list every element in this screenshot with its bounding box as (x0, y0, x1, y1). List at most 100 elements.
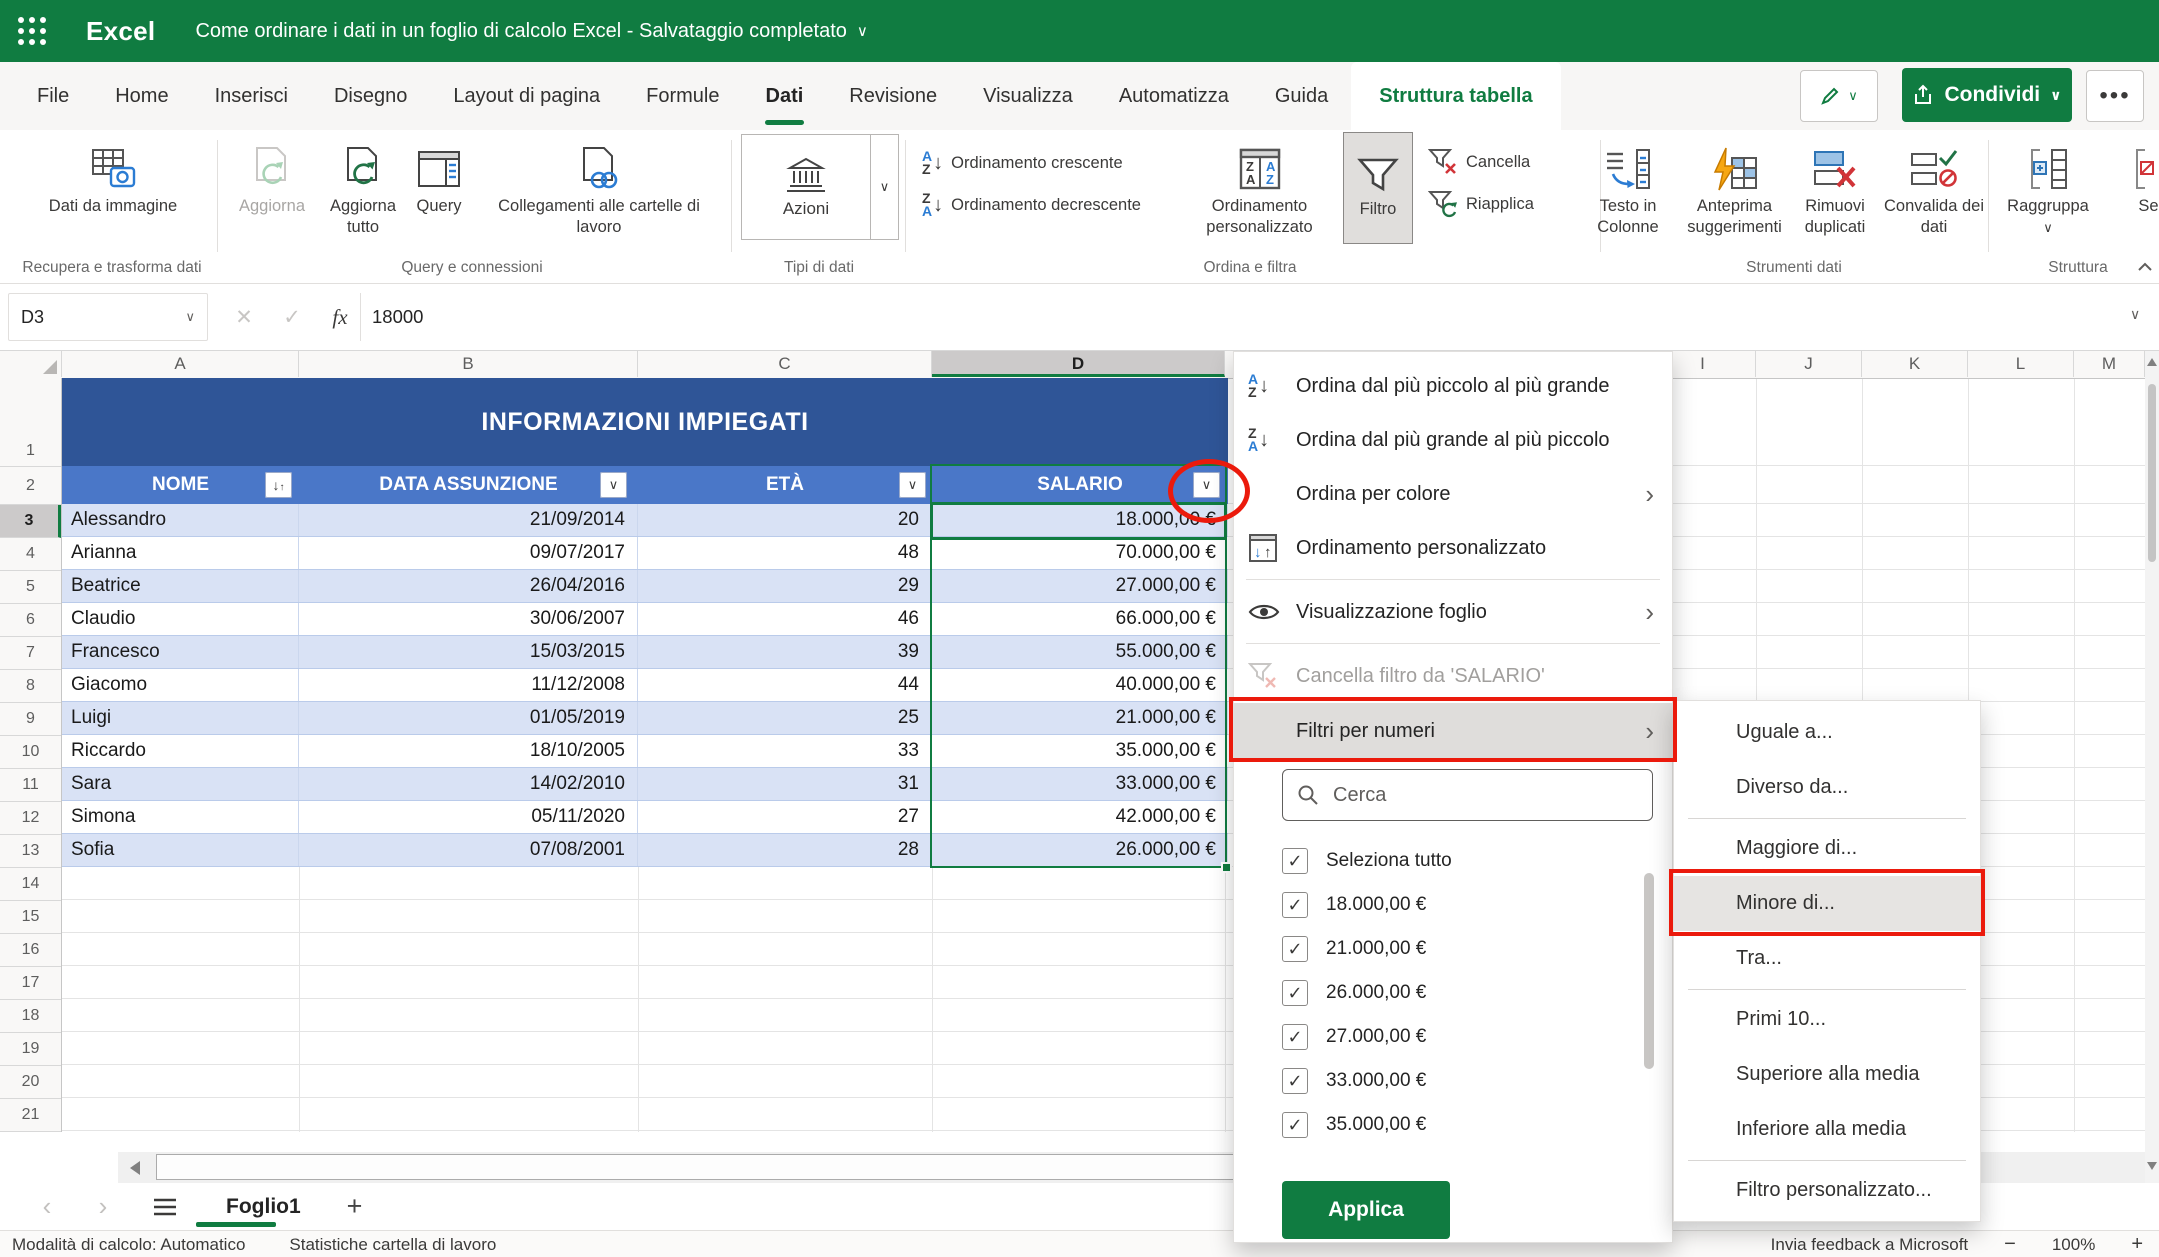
cell-nome[interactable]: Claudio (62, 603, 299, 635)
checkbox-checked-icon[interactable] (1282, 1112, 1308, 1138)
expand-formula-bar-button[interactable]: ∨ (2130, 306, 2140, 323)
cell-eta[interactable]: 46 (638, 603, 932, 635)
cell-data-assunzione[interactable]: 26/04/2016 (299, 570, 638, 602)
row-header[interactable]: 13 (0, 835, 61, 868)
ribbon-tab[interactable]: Formule (623, 62, 742, 130)
group-button[interactable]: Raggruppa∨ (2000, 134, 2096, 238)
name-box-chevron-icon[interactable]: ∨ (185, 309, 195, 325)
checkbox-checked-icon[interactable] (1282, 936, 1308, 962)
ribbon-tab[interactable]: Disegno (311, 62, 430, 130)
checkbox-checked-icon[interactable] (1282, 848, 1308, 874)
ribbon-tab[interactable]: Dati (743, 62, 827, 130)
name-box[interactable]: D3 ∨ (8, 293, 208, 341)
row-header[interactable]: 20 (0, 1066, 61, 1099)
zoom-in-button[interactable]: + (2131, 1233, 2143, 1256)
cell-salario[interactable]: 35.000,00 € (932, 735, 1228, 767)
data-from-picture-button[interactable]: Dati da immagine (38, 134, 188, 217)
submenu-item[interactable]: Inferiore alla media (1674, 1102, 1980, 1157)
row-header[interactable]: 6 (0, 604, 61, 637)
cell-salario[interactable]: 42.000,00 € (932, 801, 1228, 833)
scroll-left-arrow[interactable] (130, 1161, 140, 1175)
cell-nome[interactable]: Giacomo (62, 669, 299, 701)
data-validation-button[interactable]: Convalida dei dati (1882, 134, 1986, 238)
column-header-d-selected[interactable]: D (932, 350, 1225, 377)
horizontal-scroll-thumb[interactable] (156, 1154, 1336, 1180)
reapply-filter-button[interactable]: Riapplica (1428, 190, 1534, 218)
row-header[interactable]: 19 (0, 1033, 61, 1066)
ribbon-tab[interactable]: Layout di pagina (430, 62, 623, 130)
row-header[interactable]: 21 (0, 1099, 61, 1132)
cell-salario[interactable]: 26.000,00 € (932, 834, 1228, 866)
cell-nome[interactable]: Riccardo (62, 735, 299, 767)
app-name[interactable]: Excel (86, 16, 155, 47)
column-header-k[interactable]: K (1862, 350, 1968, 377)
cell-eta[interactable]: 27 (638, 801, 932, 833)
prev-sheet-button[interactable]: ‹ (34, 1191, 60, 1222)
menu-item-custom-sort[interactable]: ↓↑ Ordinamento personalizzato (1234, 521, 1672, 575)
cell-salario[interactable]: 21.000,00 € (932, 702, 1228, 734)
cell-data-assunzione[interactable]: 05/11/2020 (299, 801, 638, 833)
more-options-button[interactable]: ••• (2086, 70, 2144, 122)
zoom-out-button[interactable]: − (2004, 1233, 2016, 1256)
select-all-corner[interactable] (0, 350, 62, 377)
cell-salario[interactable]: 33.000,00 € (932, 768, 1228, 800)
row-header[interactable]: 10 (0, 736, 61, 769)
cell-salario[interactable]: 27.000,00 € (932, 570, 1228, 602)
column-header-m[interactable]: M (2074, 350, 2145, 377)
cell-salario[interactable]: 70.000,00 € (932, 537, 1228, 569)
row-header[interactable]: 12 (0, 802, 61, 835)
cell-data-assunzione[interactable]: 01/05/2019 (299, 702, 638, 734)
filter-list-scroll-thumb[interactable] (1644, 873, 1654, 1069)
share-button[interactable]: Condividi ∨ (1902, 68, 2072, 122)
submenu-item[interactable]: Minore di... (1674, 876, 1980, 931)
row-header[interactable]: 17 (0, 967, 61, 1000)
checkbox-checked-icon[interactable] (1282, 1068, 1308, 1094)
cell-salario[interactable]: 55.000,00 € (932, 636, 1228, 668)
filter-search-box[interactable] (1282, 769, 1653, 821)
menu-item-number-filters[interactable]: Filtri per numeri › (1234, 703, 1672, 759)
cell-data-assunzione[interactable]: 30/06/2007 (299, 603, 638, 635)
row-header[interactable]: 18 (0, 1000, 61, 1033)
row-header[interactable]: 3 (0, 505, 61, 538)
cell-data-assunzione[interactable]: 18/10/2005 (299, 735, 638, 767)
cell-data-assunzione[interactable]: 11/12/2008 (299, 669, 638, 701)
row-header[interactable]: 1 (0, 378, 61, 467)
ribbon-tab[interactable]: Inserisci (192, 62, 311, 130)
filter-button-nome-sorted[interactable]: ↓↑ (265, 472, 292, 498)
cell-eta[interactable]: 28 (638, 834, 932, 866)
cell-nome[interactable]: Simona (62, 801, 299, 833)
vertical-scrollbar[interactable] (2145, 350, 2159, 1183)
ribbon-tab[interactable]: Struttura tabella (1351, 62, 1560, 130)
ribbon-tab[interactable]: Home (92, 62, 191, 130)
cell-nome[interactable]: Sofia (62, 834, 299, 866)
clear-filter-button[interactable]: Cancella (1428, 148, 1530, 176)
calc-mode-status[interactable]: Modalità di calcolo: Automatico (12, 1235, 245, 1255)
menu-item-sheet-view[interactable]: Visualizzazione foglio › (1234, 585, 1672, 639)
sort-descending-button[interactable]: ZA↓ Ordinamento decrescente (922, 192, 1141, 218)
menu-item-sort-by-color[interactable]: Ordina per colore › (1234, 467, 1672, 521)
zoom-level[interactable]: 100% (2052, 1235, 2095, 1255)
row-header[interactable]: 15 (0, 901, 61, 934)
filter-checkbox-item[interactable]: 35.000,00 € (1282, 1103, 1642, 1147)
cell-data-assunzione[interactable]: 21/09/2014 (299, 504, 638, 536)
filter-button-eta[interactable]: ∨ (899, 472, 926, 498)
submenu-item[interactable]: Filtro personalizzato... (1674, 1163, 1980, 1218)
title-chevron-down-icon[interactable]: ∨ (857, 22, 868, 40)
cell-eta[interactable]: 44 (638, 669, 932, 701)
cell-nome[interactable]: Luigi (62, 702, 299, 734)
cell-nome[interactable]: Sara (62, 768, 299, 800)
ribbon-tab[interactable]: Guida (1252, 62, 1351, 130)
document-title[interactable]: Come ordinare i dati in un foglio di cal… (195, 20, 846, 43)
row-header[interactable]: 9 (0, 703, 61, 736)
scroll-down-arrow[interactable] (2147, 1162, 2157, 1170)
row-header[interactable]: 11 (0, 769, 61, 802)
filter-checkbox-item[interactable]: 27.000,00 € (1282, 1015, 1642, 1059)
menu-item-sort-smallest[interactable]: AZ↓ Ordina dal più piccolo al più grande (1234, 359, 1672, 413)
cell-data-assunzione[interactable]: 15/03/2015 (299, 636, 638, 668)
workbook-links-button[interactable]: Collegamenti alle cartelle di lavoro (474, 134, 724, 238)
cell-nome[interactable]: Alessandro (62, 504, 299, 536)
checkbox-checked-icon[interactable] (1282, 892, 1308, 918)
column-header-l[interactable]: L (1968, 350, 2074, 377)
sheet-tab-foglio1[interactable]: Foglio1 (220, 1195, 307, 1219)
remove-duplicates-button[interactable]: Rimuovi duplicati (1790, 134, 1880, 238)
